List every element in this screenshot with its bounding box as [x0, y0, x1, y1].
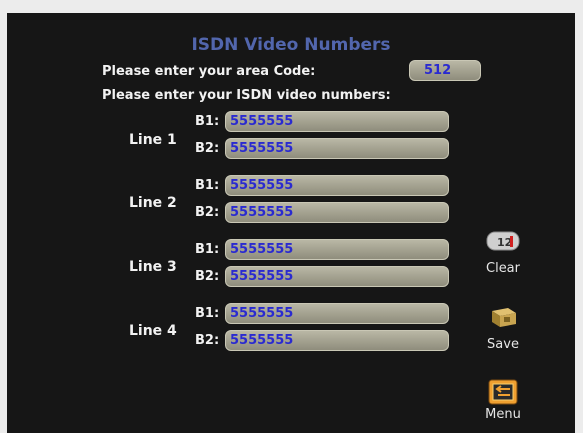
- clear-button[interactable]: 12 Clear: [477, 229, 529, 276]
- clear-label: Clear: [486, 261, 520, 276]
- line-4-b2-field[interactable]: 5555555: [225, 330, 449, 351]
- line-2-b2-label: B2:: [195, 205, 220, 220]
- line-4-b1-label: B1:: [195, 306, 220, 321]
- save-button[interactable]: Save: [477, 305, 529, 352]
- line-1-b2-label: B2:: [195, 141, 220, 156]
- line-3-b2-field[interactable]: 5555555: [225, 266, 449, 287]
- line-3-b1-field[interactable]: 5555555: [225, 239, 449, 260]
- line-3-b2-label: B2:: [195, 269, 220, 284]
- menu-label: Menu: [485, 407, 521, 422]
- line-2-label: Line 2: [129, 195, 177, 211]
- area-code-prompt: Please enter your area Code:: [102, 64, 316, 79]
- clear-icon: 12: [486, 231, 520, 251]
- back-arrow-icon: [488, 379, 518, 405]
- line-1-b1-field[interactable]: 5555555: [225, 111, 449, 132]
- line-2-b1-field[interactable]: 5555555: [225, 175, 449, 196]
- area-code-field[interactable]: 512: [409, 60, 481, 81]
- isdn-screen: ISDN Video Numbers Please enter your are…: [7, 13, 575, 433]
- line-3-b1-label: B1:: [195, 242, 220, 257]
- line-4-b2-label: B2:: [195, 333, 220, 348]
- line-1-label: Line 1: [129, 132, 177, 148]
- line-4-b1-field[interactable]: 5555555: [225, 303, 449, 324]
- line-4-label: Line 4: [129, 323, 177, 339]
- line-1-b2-field[interactable]: 5555555: [225, 138, 449, 159]
- line-1-b1-label: B1:: [195, 114, 220, 129]
- page-title: ISDN Video Numbers: [191, 35, 391, 55]
- line-2-b1-label: B1:: [195, 178, 220, 193]
- line-3-label: Line 3: [129, 259, 177, 275]
- menu-button[interactable]: Menu: [477, 379, 529, 422]
- save-box-icon: [492, 308, 516, 327]
- line-2-b2-field[interactable]: 5555555: [225, 202, 449, 223]
- numbers-prompt: Please enter your ISDN video numbers:: [102, 88, 391, 103]
- save-label: Save: [487, 337, 519, 352]
